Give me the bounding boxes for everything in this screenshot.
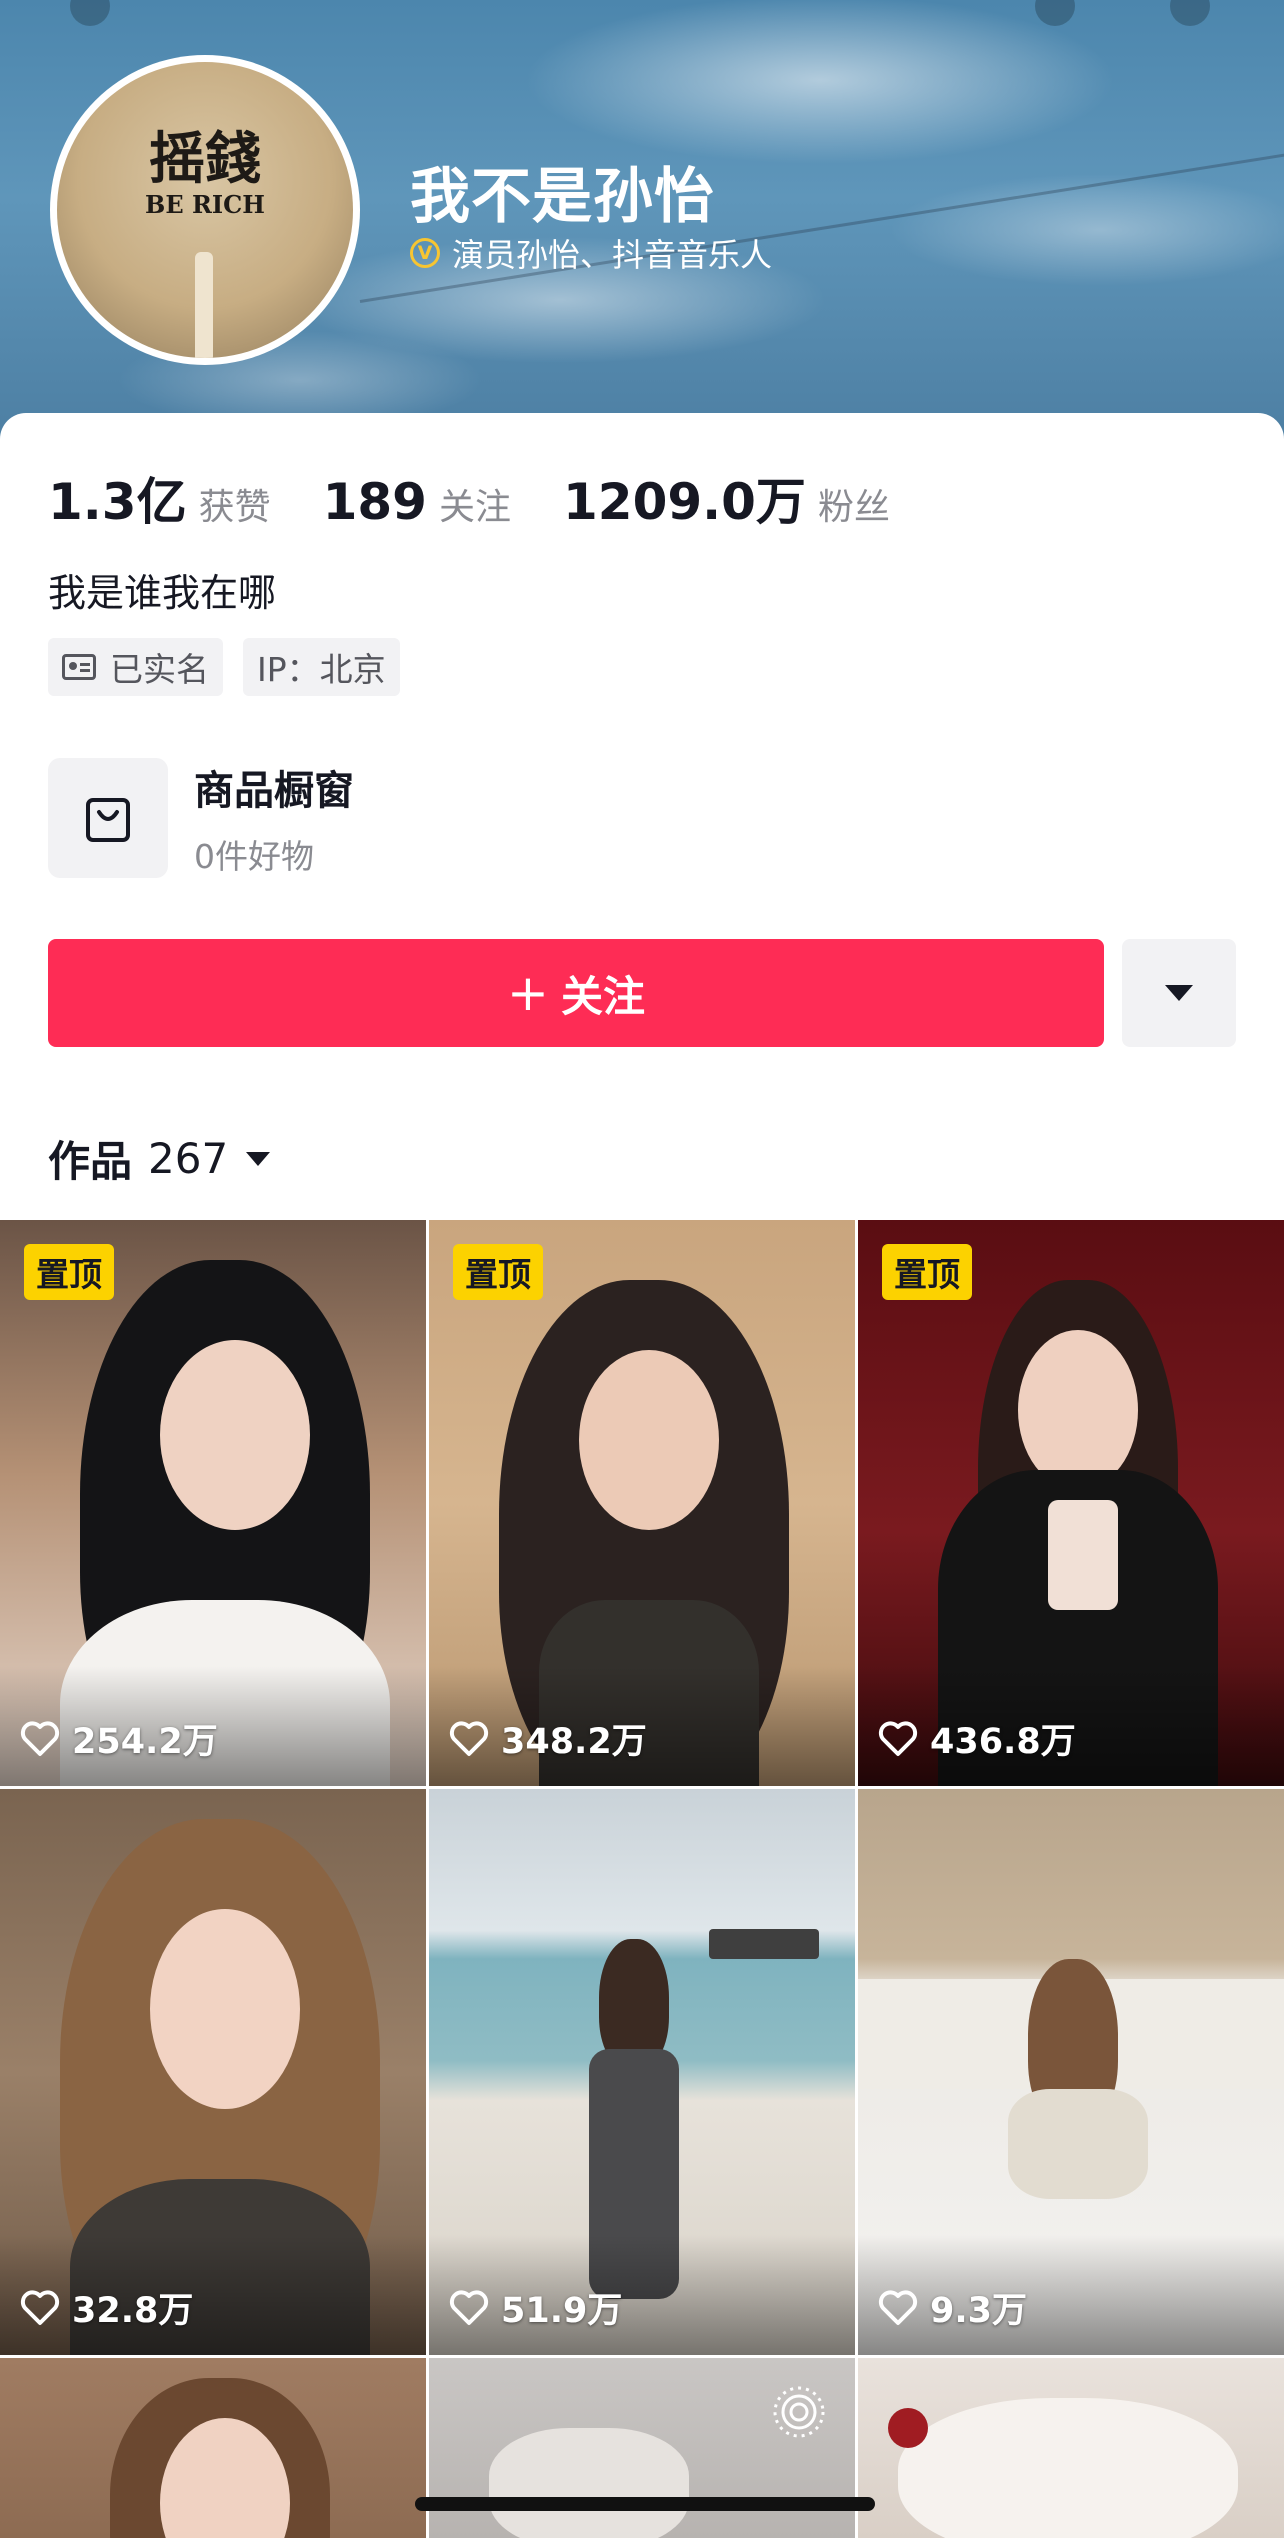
stat-followers[interactable]: 1209.0万 粉丝 bbox=[563, 462, 890, 534]
stat-likes[interactable]: 1.3亿 获赞 bbox=[48, 462, 271, 534]
follow-button[interactable]: + 关注 bbox=[48, 939, 1104, 1047]
id-card-icon bbox=[62, 654, 96, 680]
avatar-image: 摇錢 BE RICH bbox=[57, 62, 353, 358]
thumbnail-face bbox=[160, 1340, 310, 1530]
heart-icon bbox=[20, 1720, 60, 1756]
thumbnail-body bbox=[1008, 2089, 1148, 2199]
shop-subtitle: 0件好物 bbox=[194, 837, 314, 876]
thumbnail-bow bbox=[1048, 1500, 1118, 1610]
profile-tags: 已实名 IP：北京 bbox=[48, 638, 420, 696]
plus-icon: + bbox=[507, 964, 549, 1022]
avatar[interactable]: 摇錢 BE RICH bbox=[50, 55, 360, 365]
video-tile[interactable]: 置顶 254.2万 bbox=[0, 1220, 426, 1786]
works-count: 267 bbox=[148, 1134, 229, 1183]
shop-icon-box bbox=[48, 758, 168, 878]
likes-count: 254.2万 bbox=[20, 1713, 218, 1764]
likes-count: 348.2万 bbox=[449, 1713, 647, 1764]
stat-label: 关注 bbox=[438, 487, 511, 528]
stat-value: 189 bbox=[322, 473, 427, 531]
works-tab[interactable]: 作品 267 bbox=[48, 1128, 271, 1189]
thumbnail-object bbox=[898, 2398, 1238, 2538]
likes-number: 254.2万 bbox=[72, 1722, 218, 1762]
caret-down-icon bbox=[1165, 985, 1193, 1001]
avatar-fan-text-bottom: BE RICH bbox=[145, 190, 265, 219]
live-photo-icon bbox=[773, 2386, 825, 2438]
likes-number: 348.2万 bbox=[501, 1722, 647, 1762]
likes-count: 51.9万 bbox=[449, 2282, 622, 2333]
stat-following[interactable]: 189 关注 bbox=[323, 473, 511, 531]
realname-tag[interactable]: 已实名 bbox=[48, 638, 223, 696]
back-button-partial[interactable] bbox=[70, 0, 110, 26]
video-tile[interactable] bbox=[858, 2358, 1284, 2538]
likes-number: 32.8万 bbox=[72, 2291, 194, 2331]
heart-icon bbox=[878, 2289, 918, 2325]
stat-label: 粉丝 bbox=[817, 487, 890, 528]
video-tile[interactable]: 置顶 348.2万 bbox=[429, 1220, 855, 1786]
stat-value: 1.3亿 bbox=[48, 473, 187, 531]
pinned-badge: 置顶 bbox=[24, 1244, 114, 1300]
heart-icon bbox=[449, 1720, 489, 1756]
thumbnail-face bbox=[150, 1909, 300, 2109]
video-tile[interactable]: 32.8万 bbox=[0, 1789, 426, 2355]
video-tile[interactable] bbox=[0, 2358, 426, 2538]
fan-handle bbox=[195, 252, 213, 358]
video-tile[interactable]: 置顶 436.8万 bbox=[858, 1220, 1284, 1786]
search-button-partial[interactable] bbox=[1035, 0, 1075, 26]
thumbnail-face bbox=[579, 1350, 719, 1530]
thumbnail-face bbox=[1018, 1330, 1138, 1490]
home-indicator[interactable] bbox=[415, 2497, 875, 2511]
shopping-bag-icon bbox=[86, 798, 130, 842]
likes-count: 436.8万 bbox=[878, 1713, 1076, 1764]
stats-row: 1.3亿 获赞 189 关注 1209.0万 粉丝 bbox=[48, 462, 942, 534]
bio-text: 我是谁我在哪 bbox=[48, 571, 277, 615]
shop-window-entry[interactable]: 商品橱窗 0件好物 bbox=[48, 758, 354, 878]
verified-badge-icon: V bbox=[410, 238, 440, 268]
ip-tag: IP：北京 bbox=[243, 638, 400, 696]
pinned-badge: 置顶 bbox=[453, 1244, 543, 1300]
likes-count: 9.3万 bbox=[878, 2282, 1027, 2333]
works-title: 作品 bbox=[48, 1137, 133, 1186]
thumbnail-accent bbox=[888, 2408, 928, 2448]
video-tile[interactable]: 9.3万 bbox=[858, 1789, 1284, 2355]
video-tile[interactable]: 51.9万 bbox=[429, 1789, 855, 2355]
heart-icon bbox=[449, 2289, 489, 2325]
thumbnail-object bbox=[489, 2428, 689, 2538]
profile-banner: 摇錢 BE RICH 我不是孙怡 V 演员孙怡、抖音音乐人 bbox=[0, 0, 1284, 440]
likes-number: 436.8万 bbox=[930, 1722, 1076, 1762]
realname-label: 已实名 bbox=[110, 650, 209, 689]
ip-label: IP：北京 bbox=[257, 650, 386, 689]
verification-row: V 演员孙怡、抖音音乐人 bbox=[410, 230, 772, 276]
follow-label: 关注 bbox=[560, 971, 645, 1021]
heart-icon bbox=[878, 1720, 918, 1756]
video-tile[interactable] bbox=[429, 2358, 855, 2538]
heart-icon bbox=[20, 2289, 60, 2325]
menu-button-partial[interactable] bbox=[1170, 0, 1210, 26]
avatar-fan-text-top: 摇錢 bbox=[149, 126, 261, 192]
likes-number: 9.3万 bbox=[930, 2291, 1028, 2331]
stat-label: 获赞 bbox=[198, 487, 271, 528]
thumbnail-pier bbox=[709, 1929, 819, 1959]
likes-number: 51.9万 bbox=[501, 2291, 623, 2331]
likes-count: 32.8万 bbox=[20, 2282, 193, 2333]
recommend-dropdown-button[interactable] bbox=[1122, 939, 1236, 1047]
shop-title: 商品橱窗 bbox=[194, 768, 354, 814]
verification-text: 演员孙怡、抖音音乐人 bbox=[452, 236, 773, 274]
pinned-badge: 置顶 bbox=[882, 1244, 972, 1300]
caret-down-icon bbox=[246, 1151, 271, 1166]
stat-value: 1209.0万 bbox=[562, 473, 806, 531]
profile-name: 我不是孙怡 bbox=[410, 162, 715, 232]
